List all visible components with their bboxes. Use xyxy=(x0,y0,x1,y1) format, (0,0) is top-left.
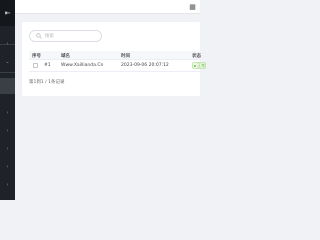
column-header-index: 序号 xyxy=(32,54,41,59)
search-icon xyxy=(36,33,42,39)
chevron-left-icon[interactable]: ‹ xyxy=(3,182,12,188)
row-domain: Www.Xaillianda.Cn xyxy=(61,63,104,68)
sidebar: ⇤ ‹ ⌄ ‹ ‹ ‹ ‹ ‹ xyxy=(0,0,15,200)
chevron-left-icon[interactable]: ‹ xyxy=(3,110,12,116)
search-input[interactable]: 搜索 xyxy=(29,30,102,42)
status-text: 正常 xyxy=(197,62,205,68)
search-placeholder: 搜索 xyxy=(45,34,54,39)
row-time: 2023-09-06 20:07:12 xyxy=(121,63,169,68)
sidebar-item-active[interactable] xyxy=(0,78,15,94)
sidebar-divider xyxy=(0,72,15,73)
row-index: #1 xyxy=(44,63,51,68)
chevron-left-icon[interactable]: ‹ xyxy=(3,164,12,170)
chevron-down-icon[interactable]: ⌄ xyxy=(3,59,12,65)
column-header-status: 状态 xyxy=(192,54,201,59)
column-header-time: 时间 xyxy=(121,54,130,59)
table-header: 序号 域名 时间 状态 xyxy=(29,51,201,60)
status-dot-icon xyxy=(194,64,196,67)
pagination-summary: 第1到1 / 1条记录 xyxy=(29,80,65,85)
chevron-left-icon[interactable]: ‹ xyxy=(3,128,12,134)
chevron-left-icon[interactable]: ‹ xyxy=(3,41,12,47)
chevron-left-icon[interactable]: ‹ xyxy=(3,146,12,152)
table-row[interactable]: #1 Www.Xaillianda.Cn 2023-09-06 20:07:12… xyxy=(29,60,206,72)
domain-table: 序号 域名 时间 状态 #1 Www.Xaillianda.Cn 2023-09… xyxy=(29,51,206,72)
content-card: 搜索 序号 域名 时间 状态 #1 Www.Xaillianda.Cn 2023… xyxy=(22,22,206,96)
collapse-sidebar-icon[interactable]: ⇤ xyxy=(0,0,15,26)
row-checkbox[interactable] xyxy=(33,63,38,68)
column-header-domain: 域名 xyxy=(61,54,70,59)
fullscreen-icon[interactable]: ▦ xyxy=(188,3,197,11)
status-badge: 正常 xyxy=(192,62,206,69)
topbar: ▦ xyxy=(15,0,200,14)
